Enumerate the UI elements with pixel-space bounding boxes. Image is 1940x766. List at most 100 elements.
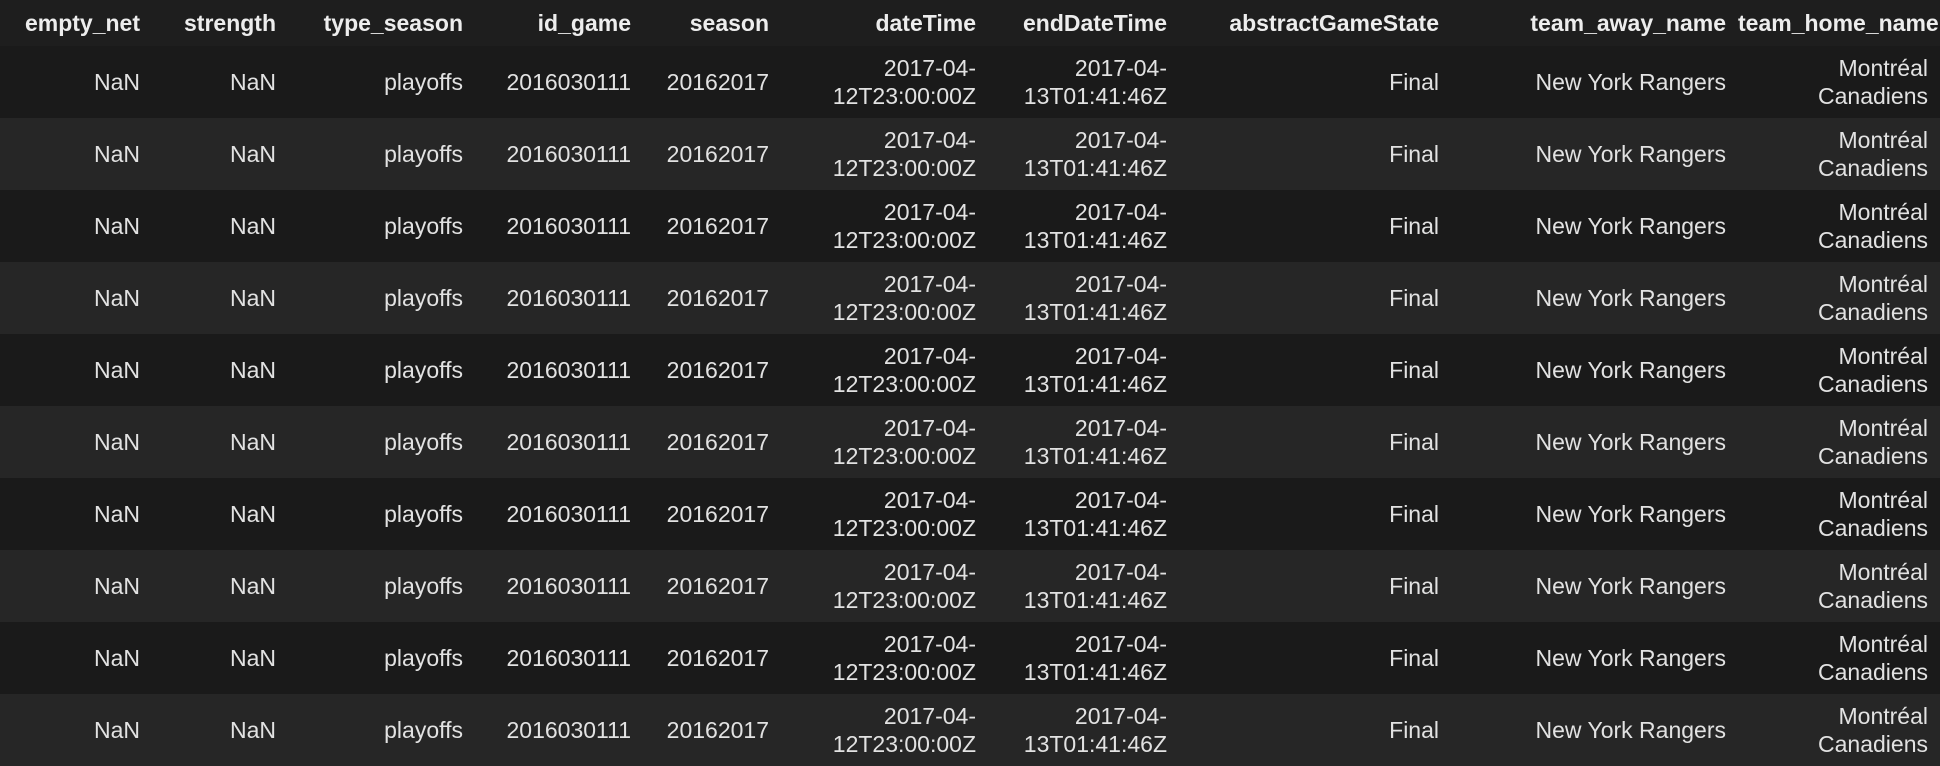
cell-season: 20162017 [643, 118, 781, 190]
cell-strength: NaN [152, 334, 288, 406]
cell-season: 20162017 [643, 622, 781, 694]
cell-datetime: 2017-04- 12T23:00:00Z [781, 478, 988, 550]
cell-datetime: 2017-04- 12T23:00:00Z [781, 694, 988, 766]
cell-team-away-name: New York Rangers [1451, 694, 1738, 766]
cell-type-season: playoffs [288, 622, 475, 694]
table-row: NaN NaN playoffs 2016030111 20162017 2017-04-… [0, 622, 1940, 694]
cell-season: 20162017 [643, 190, 781, 262]
cell-team-home-name: Montréal Canadiens [1738, 694, 1940, 766]
cell-enddatetime: 2017-04- 13T01:41:46Z [988, 118, 1179, 190]
cell-datetime: 2017-04- 12T23:00:00Z [781, 622, 988, 694]
cell-strength: NaN [152, 550, 288, 622]
cell-team-away-name: New York Rangers [1451, 190, 1738, 262]
cell-abstractgamestate: Final [1179, 694, 1451, 766]
cell-abstractgamestate: Final [1179, 622, 1451, 694]
cell-datetime: 2017-04- 12T23:00:00Z [781, 550, 988, 622]
table-row: NaN NaN playoffs 2016030111 20162017 2017-04-… [0, 118, 1940, 190]
cell-team-home-name: Montréal Canadiens [1738, 406, 1940, 478]
cell-type-season: playoffs [288, 406, 475, 478]
cell-type-season: playoffs [288, 190, 475, 262]
cell-id-game: 2016030111 [475, 622, 643, 694]
cell-team-away-name: New York Rangers [1451, 118, 1738, 190]
cell-team-home-name: Montréal Canadiens [1738, 334, 1940, 406]
cell-datetime: 2017-04- 12T23:00:00Z [781, 46, 988, 118]
table-row: NaN NaN playoffs 2016030111 20162017 2017-04-… [0, 406, 1940, 478]
cell-empty-net: NaN [0, 46, 152, 118]
cell-id-game: 2016030111 [475, 478, 643, 550]
cell-id-game: 2016030111 [475, 118, 643, 190]
cell-id-game: 2016030111 [475, 694, 643, 766]
cell-team-home-name: Montréal Canadiens [1738, 622, 1940, 694]
cell-team-home-name: Montréal Canadiens [1738, 190, 1940, 262]
cell-type-season: playoffs [288, 46, 475, 118]
column-header-team-away-name: team_away_name [1451, 0, 1738, 46]
table-row: NaN NaN playoffs 2016030111 20162017 2017-04-… [0, 694, 1940, 766]
cell-datetime: 2017-04- 12T23:00:00Z [781, 334, 988, 406]
cell-season: 20162017 [643, 694, 781, 766]
column-header-enddatetime: endDateTime [988, 0, 1179, 46]
cell-type-season: playoffs [288, 118, 475, 190]
cell-id-game: 2016030111 [475, 550, 643, 622]
cell-team-home-name: Montréal Canadiens [1738, 46, 1940, 118]
cell-id-game: 2016030111 [475, 190, 643, 262]
cell-empty-net: NaN [0, 118, 152, 190]
cell-team-away-name: New York Rangers [1451, 46, 1738, 118]
cell-id-game: 2016030111 [475, 334, 643, 406]
cell-team-away-name: New York Rangers [1451, 550, 1738, 622]
cell-enddatetime: 2017-04- 13T01:41:46Z [988, 550, 1179, 622]
cell-season: 20162017 [643, 334, 781, 406]
cell-enddatetime: 2017-04- 13T01:41:46Z [988, 262, 1179, 334]
cell-enddatetime: 2017-04- 13T01:41:46Z [988, 694, 1179, 766]
cell-enddatetime: 2017-04- 13T01:41:46Z [988, 622, 1179, 694]
cell-season: 20162017 [643, 262, 781, 334]
table-header: empty_net strength type_season id_game seaso… [0, 0, 1940, 46]
cell-enddatetime: 2017-04- 13T01:41:46Z [988, 190, 1179, 262]
cell-abstractgamestate: Final [1179, 262, 1451, 334]
table-row: NaN NaN playoffs 2016030111 20162017 2017-04-… [0, 334, 1940, 406]
cell-type-season: playoffs [288, 694, 475, 766]
cell-season: 20162017 [643, 406, 781, 478]
cell-datetime: 2017-04- 12T23:00:00Z [781, 190, 988, 262]
column-header-id-game: id_game [475, 0, 643, 46]
table-row: NaN NaN playoffs 2016030111 20162017 2017-04-… [0, 550, 1940, 622]
cell-strength: NaN [152, 406, 288, 478]
cell-strength: NaN [152, 190, 288, 262]
cell-abstractgamestate: Final [1179, 478, 1451, 550]
cell-id-game: 2016030111 [475, 406, 643, 478]
cell-type-season: playoffs [288, 478, 475, 550]
cell-abstractgamestate: Final [1179, 190, 1451, 262]
cell-team-home-name: Montréal Canadiens [1738, 118, 1940, 190]
cell-datetime: 2017-04- 12T23:00:00Z [781, 406, 988, 478]
column-header-datetime: dateTime [781, 0, 988, 46]
column-header-team-home-name: team_home_name [1738, 0, 1940, 46]
cell-team-away-name: New York Rangers [1451, 334, 1738, 406]
cell-enddatetime: 2017-04- 13T01:41:46Z [988, 46, 1179, 118]
cell-season: 20162017 [643, 478, 781, 550]
cell-season: 20162017 [643, 550, 781, 622]
cell-datetime: 2017-04- 12T23:00:00Z [781, 262, 988, 334]
cell-enddatetime: 2017-04- 13T01:41:46Z [988, 334, 1179, 406]
cell-strength: NaN [152, 694, 288, 766]
cell-empty-net: NaN [0, 478, 152, 550]
table-row: NaN NaN playoffs 2016030111 20162017 2017-04-… [0, 262, 1940, 334]
cell-empty-net: NaN [0, 622, 152, 694]
cell-strength: NaN [152, 478, 288, 550]
cell-id-game: 2016030111 [475, 46, 643, 118]
cell-strength: NaN [152, 622, 288, 694]
column-header-strength: strength [152, 0, 288, 46]
table-row: NaN NaN playoffs 2016030111 20162017 2017-04-… [0, 46, 1940, 118]
cell-empty-net: NaN [0, 694, 152, 766]
cell-team-home-name: Montréal Canadiens [1738, 478, 1940, 550]
header-row: empty_net strength type_season id_game seaso… [0, 0, 1940, 46]
cell-enddatetime: 2017-04- 13T01:41:46Z [988, 478, 1179, 550]
cell-team-away-name: New York Rangers [1451, 622, 1738, 694]
cell-type-season: playoffs [288, 262, 475, 334]
cell-team-home-name: Montréal Canadiens [1738, 262, 1940, 334]
column-header-type-season: type_season [288, 0, 475, 46]
cell-type-season: playoffs [288, 334, 475, 406]
cell-team-away-name: New York Rangers [1451, 262, 1738, 334]
cell-strength: NaN [152, 262, 288, 334]
cell-abstractgamestate: Final [1179, 406, 1451, 478]
table-body: NaN NaN playoffs 2016030111 20162017 2017-04-… [0, 46, 1940, 766]
cell-empty-net: NaN [0, 262, 152, 334]
